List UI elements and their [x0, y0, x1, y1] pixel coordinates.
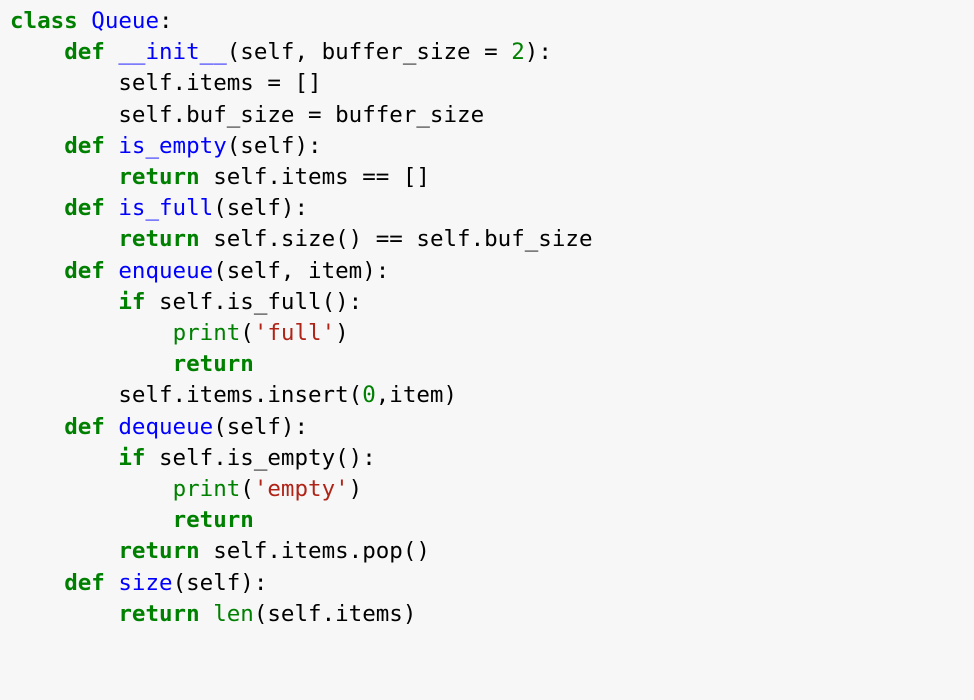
kw-class: class	[10, 8, 78, 34]
kw-return: return	[118, 226, 199, 252]
str-full: 'full'	[254, 320, 335, 346]
dequeue-params: (self):	[213, 414, 308, 440]
method-init: __init__	[118, 39, 226, 65]
num-zero: 0	[362, 382, 376, 408]
kw-return: return	[118, 601, 199, 627]
line-bufsize: self.buf_size = buffer_size	[10, 102, 484, 128]
is-full-params: (self):	[213, 195, 308, 221]
enqueue-cond: self.is_full():	[145, 289, 362, 315]
num-two: 2	[511, 39, 525, 65]
str-empty: 'empty'	[254, 476, 349, 502]
method-is-full: is_full	[118, 195, 213, 221]
call-print: print	[173, 320, 241, 346]
init-params: (self, buffer_size =	[227, 39, 511, 65]
is-empty-params: (self):	[227, 133, 322, 159]
kw-return: return	[118, 538, 199, 564]
is-empty-body: self.items == []	[200, 164, 430, 190]
kw-def: def	[64, 195, 105, 221]
kw-if: if	[118, 289, 145, 315]
kw-return: return	[173, 351, 254, 377]
init-close: ):	[525, 39, 552, 65]
method-enqueue: enqueue	[118, 258, 213, 284]
kw-def: def	[64, 570, 105, 596]
call-len: len	[213, 601, 254, 627]
kw-def: def	[64, 258, 105, 284]
kw-if: if	[118, 445, 145, 471]
insert-head: self.items.insert(	[10, 382, 362, 408]
insert-tail: ,item)	[376, 382, 457, 408]
call-print: print	[173, 476, 241, 502]
line-items-init: self.items = []	[10, 70, 322, 96]
size-params: (self):	[173, 570, 268, 596]
dequeue-cond: self.is_empty():	[145, 445, 375, 471]
kw-return: return	[173, 507, 254, 533]
dequeue-body: self.items.pop()	[200, 538, 430, 564]
method-size: size	[118, 570, 172, 596]
kw-def: def	[64, 414, 105, 440]
enqueue-params: (self, item):	[213, 258, 389, 284]
kw-return: return	[118, 164, 199, 190]
method-is-empty: is_empty	[118, 133, 226, 159]
class-name: Queue	[91, 8, 159, 34]
is-full-body: self.size() == self.buf_size	[200, 226, 593, 252]
method-dequeue: dequeue	[118, 414, 213, 440]
kw-def: def	[64, 39, 105, 65]
code-block: class Queue: def __init__(self, buffer_s…	[0, 0, 974, 630]
size-body: (self.items)	[254, 601, 417, 627]
kw-def: def	[64, 133, 105, 159]
